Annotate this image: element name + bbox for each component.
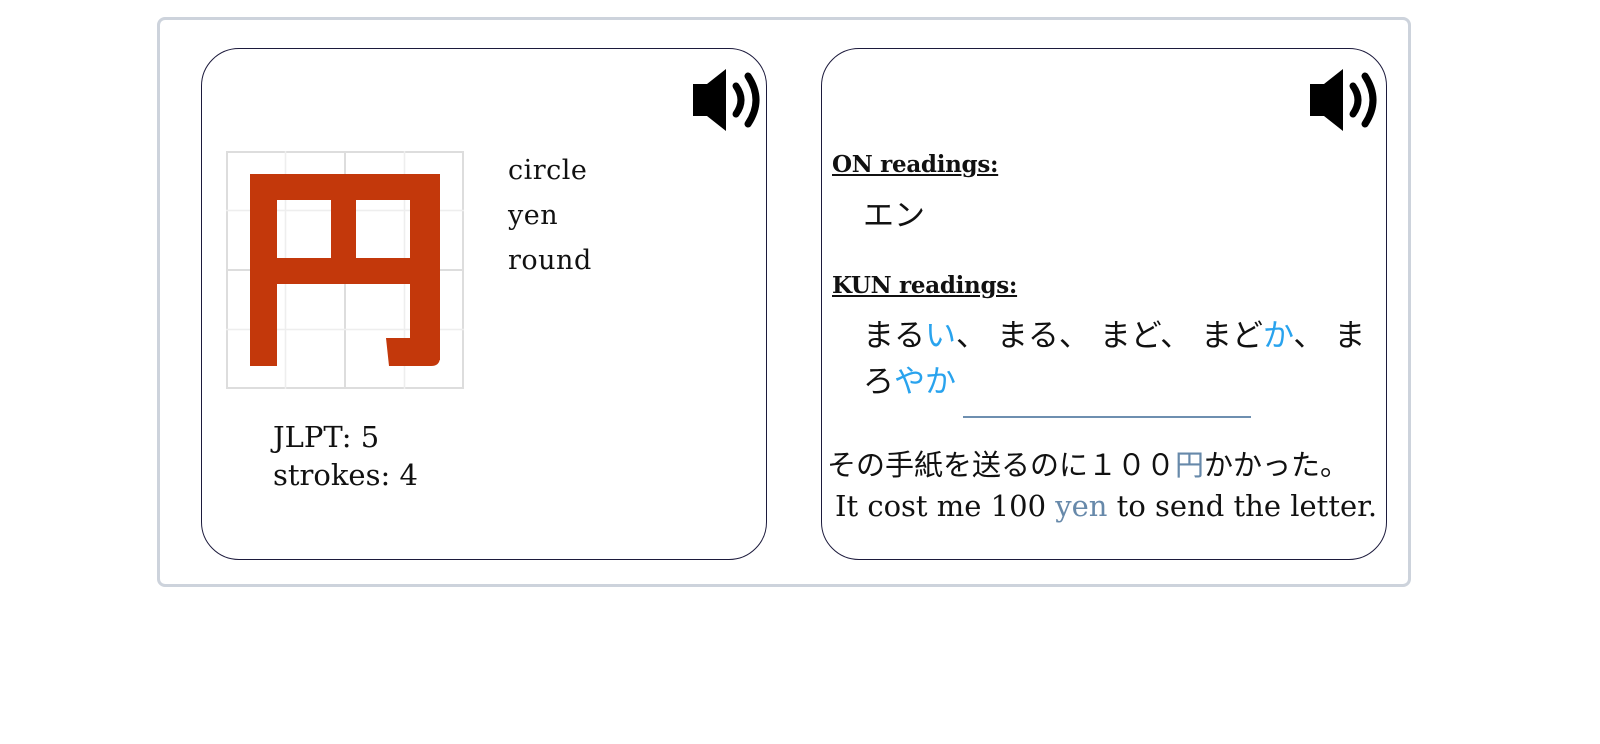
example-jp-before: その手紙を送るのに１００ [827,448,1176,482]
divider [963,416,1251,418]
example-jp-after: かかった。 [1204,448,1350,482]
kun-readings-heading: KUN readings: [832,272,1018,299]
kun-reading-segment: 、 まる、 まど、 まど [956,318,1264,354]
kanji-stroke-grid [226,151,464,389]
example-sentence-english: It cost me 100 yen to send the letter. [835,489,1390,523]
kun-reading-segment: 、 ま [1293,318,1366,354]
kun-readings-line-2: ろやか [863,356,956,401]
on-readings: エン [863,198,925,234]
kanji-stats: JLPT: 5 strokes: 4 [273,418,418,494]
meaning-item: circle [508,155,588,186]
kun-reading-segment: まる [863,318,925,354]
example-en-before: It cost me 100 [835,489,1056,523]
stroke-count: strokes: 4 [273,458,418,492]
meaning-item: round [508,245,592,276]
speaker-icon[interactable] [690,66,770,134]
kun-readings-line-1: まるい、 まる、 まど、 まどか、 ま [863,310,1365,355]
kun-okurigana: やか [894,364,956,400]
kun-okurigana: か [1263,318,1294,354]
meaning-item: yen [508,200,559,231]
jlpt-level: JLPT: 5 [273,420,380,454]
kun-okurigana: い [925,318,956,354]
example-jp-target: 円 [1175,448,1205,482]
example-en-target: yen [1055,489,1108,523]
kun-reading-segment: ろ [863,364,894,400]
speaker-icon[interactable] [1307,66,1387,134]
on-readings-heading: ON readings: [832,151,999,178]
example-sentence-japanese: その手紙を送るのに１００円かかった。 [827,442,1382,484]
example-en-after: to send the letter. [1107,489,1378,523]
meanings-list: circle yen round [508,148,592,283]
